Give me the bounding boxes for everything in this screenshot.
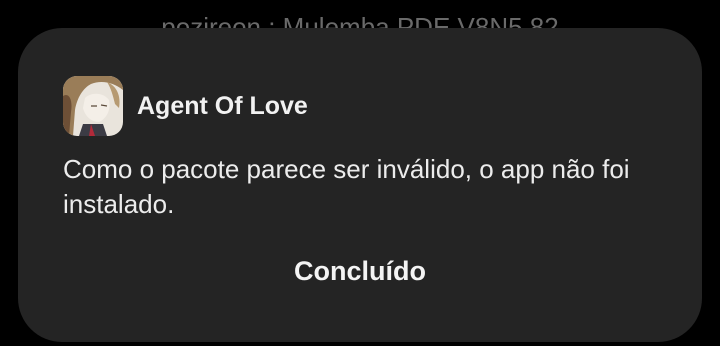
app-name: Agent Of Love [137,91,308,120]
app-header: Agent Of Love [63,76,308,136]
error-message: Como o pacote parece ser inválido, o app… [63,154,630,219]
done-button[interactable]: Concluído [18,248,702,294]
install-failed-dialog: Agent Of Love Como o pacote parece ser i… [18,28,702,342]
app-icon [63,76,123,136]
